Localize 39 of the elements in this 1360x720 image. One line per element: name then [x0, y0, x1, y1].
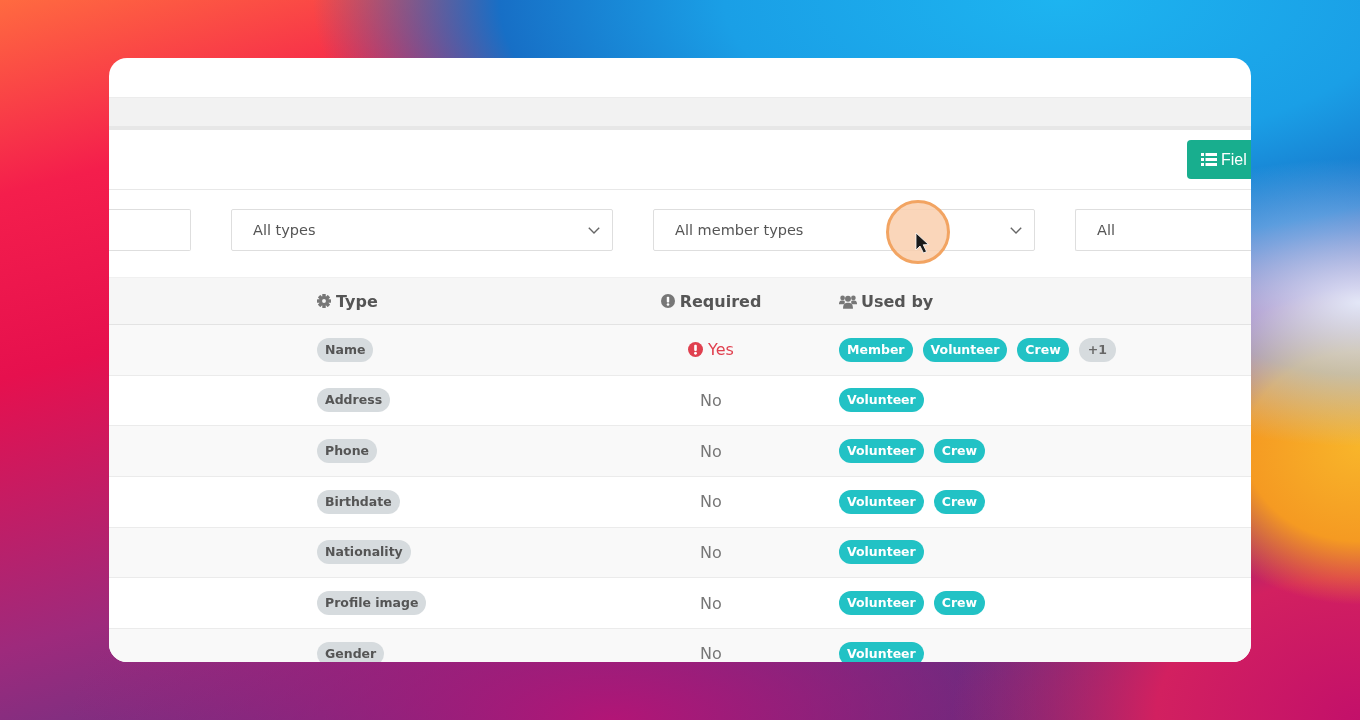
member-type-tag: Volunteer	[839, 591, 924, 616]
required-value: No	[700, 644, 722, 662]
member-type-tag: Member	[839, 337, 913, 362]
member-type-tag: Crew	[933, 439, 986, 464]
required-value: No	[700, 542, 722, 562]
alert-icon	[688, 342, 704, 358]
member-type-tag: Volunteer	[839, 439, 924, 464]
member-type-tag: Volunteer	[839, 641, 924, 662]
member-type-tag: Volunteer	[839, 489, 924, 514]
column-header: Type	[336, 291, 378, 311]
required-value: Yes	[708, 340, 734, 360]
member-type-tag: Crew	[933, 591, 986, 616]
cursor-icon	[885, 199, 951, 265]
select-field[interactable]: All types	[231, 209, 613, 251]
gear-icon	[317, 294, 331, 308]
member-type-tag: Volunteer	[839, 540, 924, 565]
member-type-tag: Crew	[933, 489, 986, 514]
type-tag: Profile image	[317, 591, 427, 616]
type-tag: Nationality	[317, 540, 411, 565]
text-field[interactable]	[109, 209, 191, 251]
column-header: Used by	[861, 291, 934, 311]
list-icon	[1201, 153, 1217, 166]
select-field[interactable]: All	[1075, 209, 1251, 251]
member-type-tag: Volunteer	[922, 337, 1008, 362]
type-tag: Address	[317, 388, 391, 413]
more-count-tag: +1	[1078, 337, 1116, 362]
required-value: No	[700, 492, 722, 512]
required-value: No	[700, 593, 722, 613]
type-tag: Birthdate	[317, 489, 400, 514]
member-type-tag: Volunteer	[839, 388, 924, 413]
type-tag: Name	[317, 337, 374, 362]
type-tag: Phone	[317, 439, 378, 464]
required-value: No	[700, 391, 722, 410]
type-tag: Gender	[317, 641, 385, 662]
member-type-tag: Crew	[1017, 337, 1069, 362]
users-icon	[839, 293, 857, 309]
required-value: No	[700, 441, 722, 461]
column-header: Required	[679, 291, 762, 311]
alert-icon	[660, 294, 675, 308]
